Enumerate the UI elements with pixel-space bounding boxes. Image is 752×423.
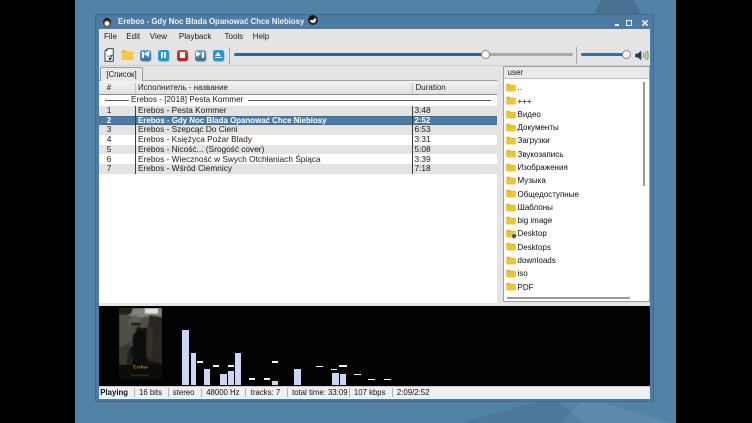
svg-text:Erebos: Erebos — [133, 366, 148, 371]
svg-text:Pesta Kommer: Pesta Kommer — [131, 373, 150, 377]
